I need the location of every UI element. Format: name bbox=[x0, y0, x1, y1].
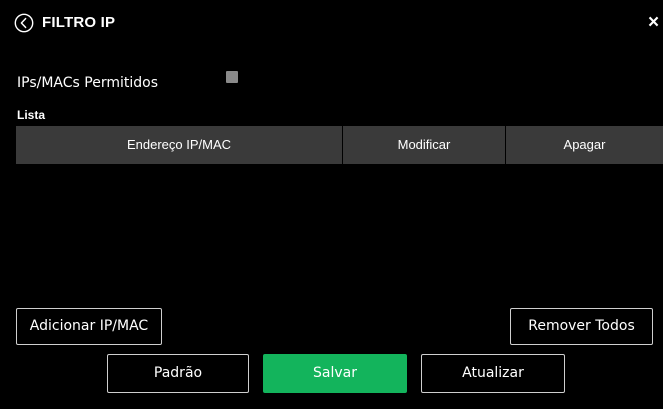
chevron-left-circle-icon bbox=[14, 13, 34, 33]
page-title: FILTRO IP bbox=[42, 14, 116, 31]
column-header-modify: Modificar bbox=[343, 126, 505, 164]
permitted-label: IPs/MACs Permitidos bbox=[17, 75, 158, 91]
save-button[interactable]: Salvar bbox=[263, 354, 407, 393]
panel-header: FILTRO IP × bbox=[0, 0, 663, 44]
close-icon[interactable]: × bbox=[648, 13, 662, 33]
column-header-address: Endereço IP/MAC bbox=[16, 126, 342, 164]
refresh-button[interactable]: Atualizar bbox=[421, 354, 565, 393]
ip-filter-panel: FILTRO IP × IPs/MACs Permitidos Lista En… bbox=[0, 0, 663, 409]
list-section-label: Lista bbox=[17, 108, 46, 122]
remove-all-button[interactable]: Remover Todos bbox=[510, 308, 653, 345]
back-icon[interactable] bbox=[14, 13, 34, 33]
table-header: Endereço IP/MAC Modificar Apagar bbox=[16, 126, 663, 164]
permitted-checkbox[interactable] bbox=[226, 71, 238, 83]
column-header-delete: Apagar bbox=[506, 126, 663, 164]
table-body bbox=[16, 164, 663, 292]
default-button[interactable]: Padrão bbox=[107, 354, 249, 393]
add-ip-mac-button[interactable]: Adicionar IP/MAC bbox=[16, 308, 162, 345]
